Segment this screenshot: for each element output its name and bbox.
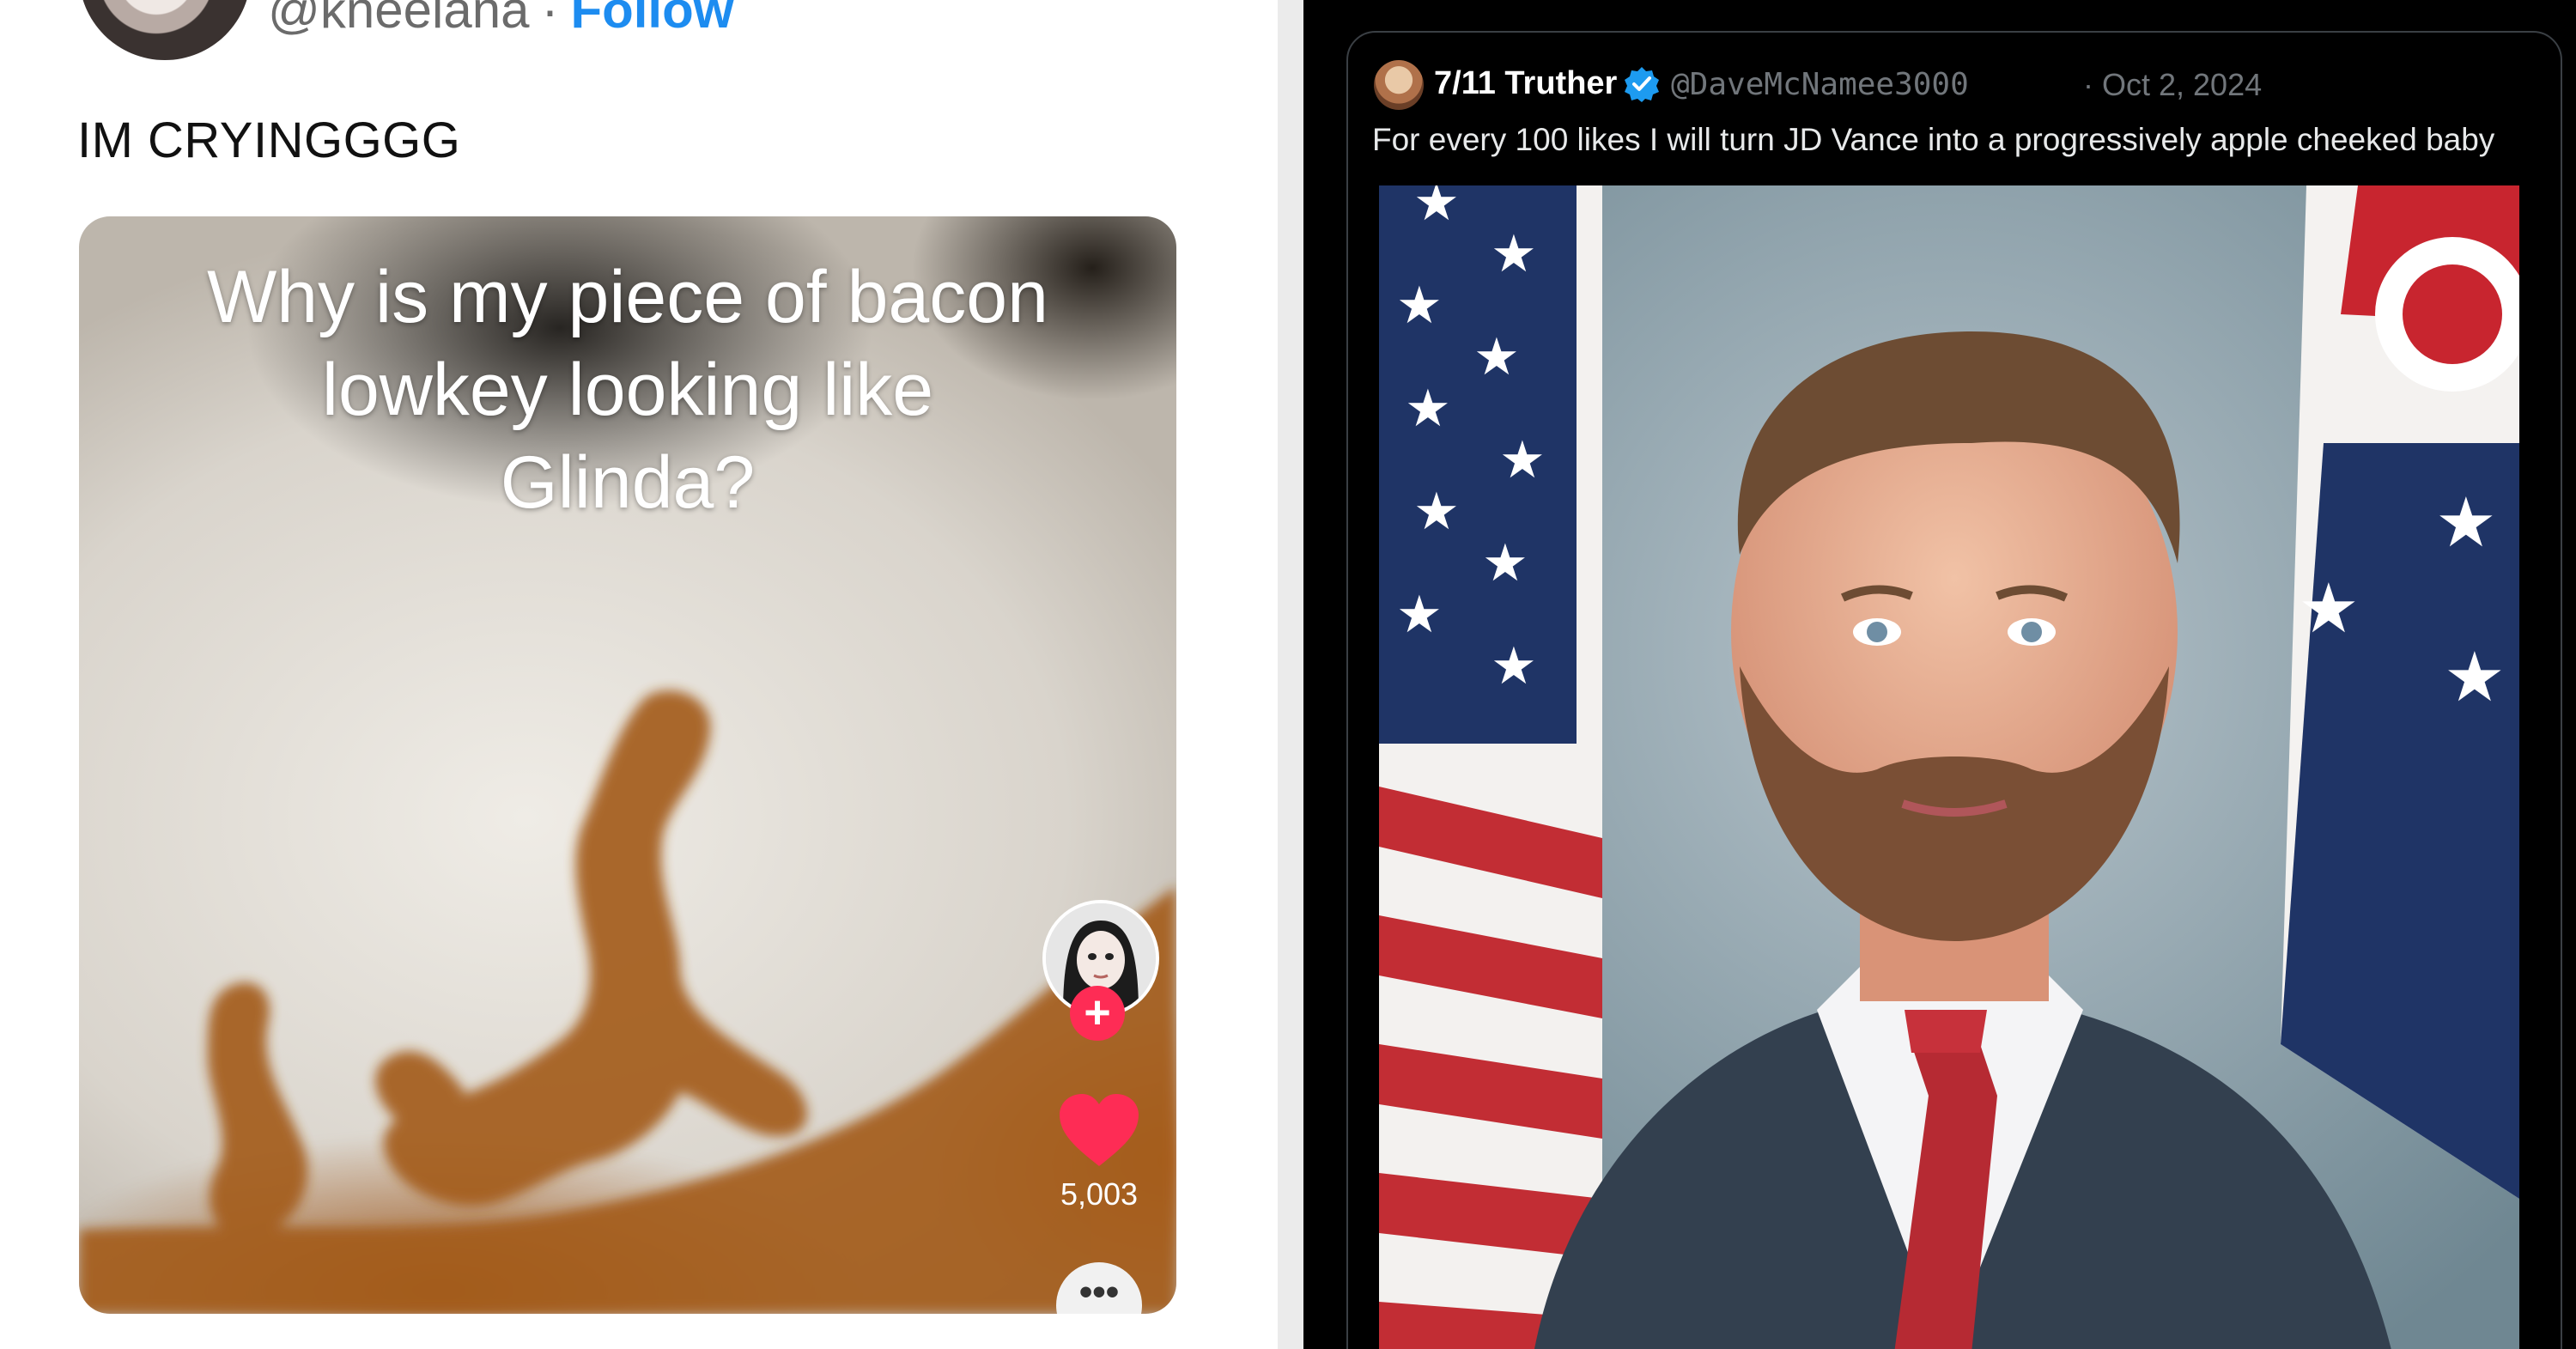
left-tweet-panel: @kneelana · Follow IM CRYINGGGG Why is my … [0, 0, 1278, 1349]
svg-text:★: ★ [1396, 585, 1443, 645]
caption-line-1: Why is my piece of bacon [207, 256, 1048, 338]
svg-text:★: ★ [1482, 533, 1528, 593]
official-portrait-image: ★ ★ ★ ★ ★ ★ ★ ★ ★ ★ ★ ★ ★ [1379, 185, 2519, 1349]
tweet-text: IM CRYINGGGG [77, 112, 461, 168]
quoted-user-avatar[interactable] [1374, 60, 1424, 110]
quoted-tweet-text: For every 100 likes I will turn JD Vance… [1372, 122, 2495, 157]
video-caption: Why is my piece of bacon lowkey looking … [79, 251, 1176, 529]
quoted-date[interactable]: · Oct 2, 2024 [2083, 67, 2262, 103]
svg-text:★: ★ [2435, 483, 2497, 562]
tweet-header: @kneelana · Follow [268, 0, 733, 36]
caption-line-3: Glinda? [500, 441, 756, 524]
quoted-tweet-photo[interactable]: ★ ★ ★ ★ ★ ★ ★ ★ ★ ★ ★ ★ ★ [1379, 185, 2519, 1349]
svg-text:★: ★ [1491, 636, 1537, 696]
heart-icon[interactable] [1058, 1092, 1140, 1170]
svg-text:★: ★ [2298, 568, 2360, 648]
svg-text:★: ★ [1491, 224, 1537, 284]
panel-divider [1278, 0, 1303, 1349]
svg-text:★: ★ [1396, 276, 1443, 336]
svg-text:★: ★ [2444, 637, 2506, 717]
like-count: 5,003 [1060, 1176, 1139, 1212]
right-tweet-panel: 7/11 Truther @DaveMcNamee3000 · Oct 2, 2… [1303, 0, 2576, 1349]
svg-text:★: ★ [1473, 327, 1520, 387]
tiktok-video-embed[interactable]: Why is my piece of bacon lowkey looking … [79, 216, 1176, 1314]
svg-text:★: ★ [1413, 185, 1460, 233]
svg-text:★: ★ [1413, 482, 1460, 542]
caption-line-2: lowkey looking like [321, 349, 934, 431]
user-handle[interactable]: @kneelana [268, 0, 529, 39]
quoted-display-name[interactable]: 7/11 Truther [1434, 65, 1617, 102]
ohio-flag: ★ ★ ★ [2281, 185, 2519, 1199]
separator-dot: · [541, 0, 559, 39]
us-flag: ★ ★ ★ ★ ★ ★ ★ ★ ★ ★ [1379, 185, 1602, 1349]
quoted-user-handle[interactable]: @DaveMcNamee3000 [1671, 67, 1969, 102]
svg-text:★: ★ [1499, 430, 1546, 490]
svg-text:★: ★ [1405, 379, 1451, 439]
follow-plus-button[interactable]: + [1070, 986, 1125, 1041]
verified-badge-icon [1625, 67, 1659, 102]
follow-button[interactable]: Follow [570, 0, 733, 39]
user-avatar[interactable] [79, 0, 251, 60]
